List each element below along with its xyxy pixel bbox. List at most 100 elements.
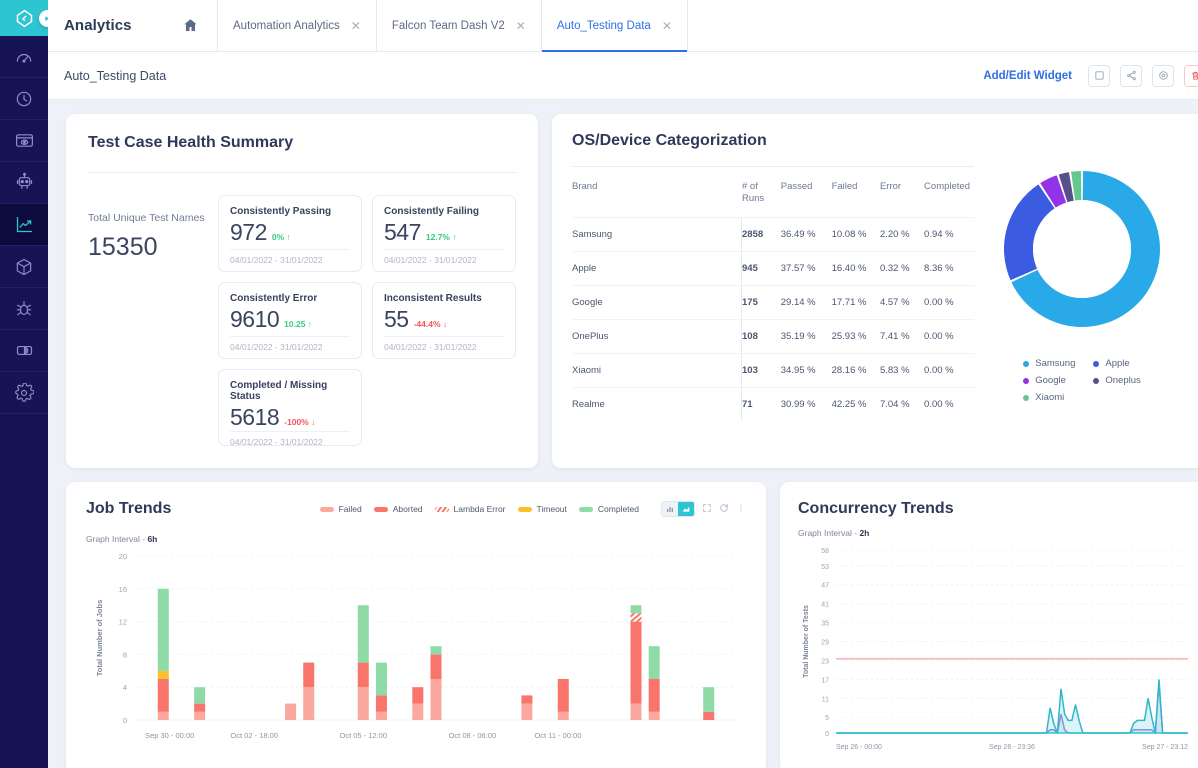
table-row[interactable]: Realme 71 30.99 % 42.25 % 7.04 % 0.00 % bbox=[572, 386, 974, 422]
donut-chart[interactable] bbox=[993, 160, 1171, 338]
bar-segment-failed[interactable] bbox=[557, 711, 569, 720]
bar-segment-aborted[interactable] bbox=[412, 687, 424, 704]
tab-automation-analytics[interactable]: Automation Analytics ✕ bbox=[218, 0, 377, 51]
sidebar-item-builds[interactable] bbox=[0, 246, 48, 288]
layout-square-button[interactable] bbox=[1088, 64, 1110, 87]
legend-item-oneplus[interactable]: Oneplus bbox=[1093, 375, 1141, 386]
y-axis-tick: 47 bbox=[821, 583, 829, 590]
legend-item-completed[interactable]: Completed bbox=[578, 504, 639, 514]
bar-segment-failed[interactable] bbox=[375, 711, 387, 720]
legend-item-google[interactable]: Google bbox=[1023, 375, 1075, 386]
bar-segment-aborted[interactable] bbox=[648, 679, 660, 712]
sidebar-item-automation[interactable] bbox=[0, 162, 48, 204]
y-axis-label: Total Number of Jobs bbox=[95, 600, 104, 677]
column-header-error: Error bbox=[879, 181, 902, 192]
bar-segment-aborted[interactable] bbox=[521, 695, 533, 704]
add-edit-widget-button[interactable]: Add/Edit Widget bbox=[983, 70, 1072, 82]
bar-segment-completed[interactable] bbox=[194, 687, 206, 704]
bar-segment-lambda[interactable] bbox=[630, 613, 642, 622]
concurrency-chart[interactable]: 0 5 11 17 23 29 35 41 47 53 58 Total Number of Test… bbox=[798, 544, 1192, 759]
table-row[interactable]: OnePlus 108 35.19 % 25.93 % 7.41 % 0.00 … bbox=[572, 318, 974, 354]
bar-segment-failed[interactable] bbox=[357, 687, 369, 720]
bar-segment-aborted[interactable] bbox=[157, 679, 169, 712]
table-row[interactable]: Google 175 29.14 % 17.71 % 4.57 % 0.00 % bbox=[572, 284, 974, 320]
bar-segment-completed[interactable] bbox=[703, 687, 715, 712]
bar-segment-failed[interactable] bbox=[194, 711, 206, 720]
kebab-menu-icon[interactable] bbox=[736, 500, 746, 518]
share-button[interactable] bbox=[1120, 64, 1142, 87]
tab-auto-testing-data[interactable]: Auto_Testing Data ✕ bbox=[541, 0, 688, 52]
legend-item-samsung[interactable]: Samsung bbox=[1023, 358, 1075, 369]
bar-segment-failed[interactable] bbox=[285, 703, 297, 720]
bar-segment-aborted[interactable] bbox=[357, 662, 369, 688]
stat-card-consistently-passing[interactable]: Consistently Passing 972 0% ↑ 04/01/2022… bbox=[218, 195, 362, 272]
legend-item-failed[interactable]: Failed bbox=[319, 504, 362, 514]
y-axis-tick: 53 bbox=[821, 564, 829, 571]
legend-color-dot bbox=[1023, 394, 1030, 401]
legend-item-timeout[interactable]: Timeout bbox=[517, 504, 567, 514]
stat-card-completed-missing-status[interactable]: Completed / Missing Status 5618 -100% ↓ … bbox=[218, 369, 362, 447]
stat-card-consistently-failing[interactable]: Consistently Failing 547 12.7% ↑ 04/01/2… bbox=[372, 195, 516, 272]
bar-segment-failed[interactable] bbox=[412, 703, 424, 720]
settings-button[interactable] bbox=[1152, 64, 1174, 87]
area-chart-icon[interactable] bbox=[678, 502, 694, 516]
bar-segment-aborted[interactable] bbox=[630, 621, 642, 704]
table-row[interactable]: Samsung 2858 36.49 % 10.08 % 2.20 % 0.94… bbox=[572, 216, 974, 252]
expand-icon[interactable] bbox=[702, 500, 712, 518]
bar-segment-completed[interactable] bbox=[357, 605, 369, 663]
legend-item-xiaomi[interactable]: Xiaomi bbox=[1023, 392, 1075, 403]
cell-error: 2.20 % bbox=[879, 216, 925, 252]
bar-segment-failed[interactable] bbox=[648, 711, 660, 720]
table-row[interactable]: Xiaomi 103 34.95 % 28.16 % 5.83 % 0.00 % bbox=[572, 352, 974, 388]
legend-item-apple[interactable]: Apple bbox=[1093, 358, 1140, 369]
stat-delta: -100% ↓ bbox=[284, 417, 316, 427]
legend-color-dot bbox=[1093, 377, 1100, 384]
bar-segment-aborted[interactable] bbox=[703, 711, 715, 720]
bar-segment-aborted[interactable] bbox=[375, 695, 387, 712]
bar-segment-failed[interactable] bbox=[430, 679, 442, 720]
bar-segment-failed[interactable] bbox=[157, 711, 169, 720]
cell-failed: 25.93 % bbox=[831, 318, 880, 354]
chart-type-toggle[interactable] bbox=[661, 501, 695, 517]
bar-segment-timeout[interactable] bbox=[157, 670, 169, 679]
sidebar-item-live-view[interactable] bbox=[0, 120, 48, 162]
page-scrollbar[interactable] bbox=[1194, 0, 1198, 768]
bar-segment-completed[interactable] bbox=[375, 662, 387, 696]
bar-segment-completed[interactable] bbox=[157, 588, 169, 671]
bar-segment-aborted[interactable] bbox=[303, 662, 315, 688]
job-trends-chart[interactable]: 0 4 8 12 16 20 Total Number of Jobs Sep 30 - 00… bbox=[86, 550, 746, 750]
job-trends-legend: Failed Aborted Lambda Error Timeout Comp… bbox=[319, 500, 746, 518]
bar-segment-completed[interactable] bbox=[648, 646, 660, 679]
bar-segment-failed[interactable] bbox=[630, 703, 642, 720]
stat-date-range: 04/01/2022 - 31/01/2022 bbox=[230, 431, 350, 453]
bar-segment-aborted[interactable] bbox=[557, 679, 569, 712]
bar-segment-failed[interactable] bbox=[521, 703, 533, 720]
stat-card-inconsistent-results[interactable]: Inconsistent Results 55 -44.4% ↓ 04/01/2… bbox=[372, 282, 516, 359]
sidebar-item-timeline[interactable] bbox=[0, 78, 48, 120]
close-icon[interactable]: ✕ bbox=[662, 20, 672, 32]
legend-item-lambda-error[interactable]: Lambda Error bbox=[434, 504, 506, 514]
refresh-icon[interactable] bbox=[719, 500, 729, 518]
close-icon[interactable]: ✕ bbox=[351, 20, 361, 32]
sidebar-item-bug-tracker[interactable] bbox=[0, 288, 48, 330]
bar-chart-icon[interactable] bbox=[662, 502, 678, 516]
sidebar-item-compare[interactable] bbox=[0, 330, 48, 372]
home-icon[interactable] bbox=[182, 17, 199, 34]
bar-segment-aborted[interactable] bbox=[194, 703, 206, 712]
sidebar-item-dashboard[interactable] bbox=[0, 36, 48, 78]
company-logo-icon[interactable]: ▸ bbox=[0, 0, 56, 36]
bar-segment-completed[interactable] bbox=[630, 605, 642, 614]
sidebar-item-analytics[interactable] bbox=[0, 204, 48, 246]
tab-falcon-team-dash-v2[interactable]: Falcon Team Dash V2 ✕ bbox=[377, 0, 542, 51]
table-row[interactable]: Apple 945 37.57 % 16.40 % 0.32 % 8.36 % bbox=[572, 250, 974, 286]
legend-color-swatch bbox=[319, 506, 334, 512]
legend-item-aborted[interactable]: Aborted bbox=[373, 504, 423, 514]
bar-segment-failed[interactable] bbox=[303, 687, 315, 720]
legend-label: Apple bbox=[1105, 358, 1130, 369]
sidebar-item-settings[interactable] bbox=[0, 372, 48, 414]
stat-card-consistently-error[interactable]: Consistently Error 9610 10.25 ↑ 04/01/20… bbox=[218, 282, 362, 359]
bar-segment-aborted[interactable] bbox=[430, 654, 442, 679]
cell-error: 7.04 % bbox=[879, 386, 925, 422]
bar-segment-completed[interactable] bbox=[430, 646, 442, 655]
close-icon[interactable]: ✕ bbox=[516, 20, 526, 32]
